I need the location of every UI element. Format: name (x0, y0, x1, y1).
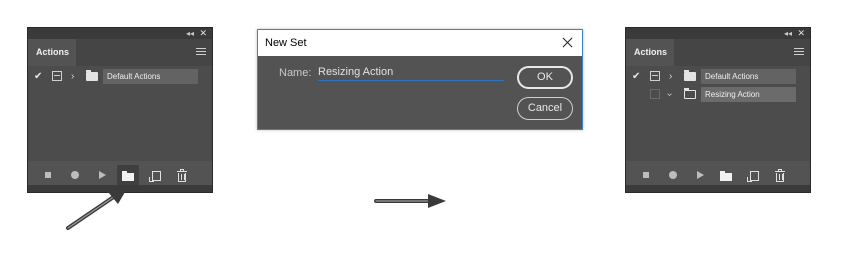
dialog-close-icon[interactable] (559, 30, 575, 56)
cancel-button[interactable]: Cancel (517, 97, 573, 120)
chevron-right-icon[interactable]: › (71, 69, 74, 84)
new-action-icon (149, 171, 161, 182)
action-set-name[interactable]: Default Actions (103, 69, 198, 84)
trash-icon (177, 169, 187, 182)
action-set-name[interactable]: Resizing Action (701, 87, 796, 102)
panel-titlebar: ◂◂ ✕ (626, 28, 810, 39)
collapse-icon[interactable]: ◂◂ (186, 28, 194, 39)
folder-icon (86, 70, 98, 81)
folder-open-icon (684, 88, 696, 99)
pointer-arrow-icon (66, 187, 128, 230)
dialog-toggle-icon[interactable] (650, 71, 660, 81)
ok-button[interactable]: OK (517, 66, 573, 89)
close-icon[interactable]: ✕ (199, 28, 207, 39)
tab-actions[interactable]: Actions (626, 39, 674, 66)
dialog-toggle-icon[interactable] (52, 71, 62, 81)
stop-icon (643, 172, 649, 178)
panel-titlebar: ◂◂ ✕ (28, 28, 212, 39)
actions-panel-after: ◂◂ ✕ Actions ✔ › Default Actions › Resiz… (625, 27, 811, 193)
new-action-button[interactable] (744, 165, 764, 187)
trash-icon (775, 169, 785, 182)
new-action-button[interactable] (146, 165, 166, 187)
name-label: Name: (279, 67, 312, 79)
dialog-title: New Set (265, 37, 307, 49)
collapse-icon[interactable]: ◂◂ (784, 28, 792, 39)
record-button[interactable] (664, 165, 684, 187)
delete-button[interactable] (770, 165, 790, 187)
checkmark-icon[interactable]: ✔ (34, 70, 42, 83)
new-set-button[interactable] (715, 165, 735, 187)
panel-menu-icon[interactable] (196, 48, 206, 56)
action-set-row[interactable]: ✔ › Default Actions (626, 68, 810, 85)
chevron-right-icon[interactable]: › (669, 69, 672, 84)
stop-icon (45, 172, 51, 178)
actions-list: ✔ › Default Actions (28, 66, 212, 161)
action-set-row[interactable]: ✔ › Default Actions (28, 68, 212, 85)
panel-bottom-toolbar (626, 165, 810, 187)
stop-button[interactable] (39, 165, 59, 187)
delete-button[interactable] (172, 165, 192, 187)
panel-bottom-strip (626, 185, 810, 192)
action-set-name[interactable]: Default Actions (701, 69, 796, 84)
tab-actions[interactable]: Actions (28, 39, 76, 66)
play-icon (99, 171, 106, 179)
name-input[interactable]: Resizing Action (318, 65, 504, 81)
panel-tab-row: Actions (626, 39, 810, 66)
new-set-dialog: New Set Name: Resizing Action OK Cancel (257, 29, 583, 130)
new-set-folder-icon (720, 171, 732, 181)
stop-button[interactable] (637, 165, 657, 187)
checkmark-icon[interactable]: ✔ (632, 70, 640, 83)
action-set-row[interactable]: › Resizing Action (626, 86, 810, 103)
chevron-down-icon[interactable]: › (662, 93, 677, 96)
play-icon (697, 171, 704, 179)
panel-tab-row: Actions (28, 39, 212, 66)
actions-list: ✔ › Default Actions › Resizing Action (626, 66, 810, 161)
record-icon (71, 171, 79, 179)
close-icon[interactable]: ✕ (797, 28, 805, 39)
dialog-titlebar: New Set (258, 30, 582, 56)
new-action-icon (747, 171, 759, 182)
step-arrow-icon (374, 194, 446, 208)
play-button[interactable] (690, 165, 710, 187)
actions-panel-before: ◂◂ ✕ Actions ✔ › Default Actions (27, 27, 213, 193)
folder-icon (684, 70, 696, 81)
record-icon (669, 171, 677, 179)
check-slot-empty[interactable] (650, 89, 660, 99)
panel-menu-icon[interactable] (794, 48, 804, 56)
